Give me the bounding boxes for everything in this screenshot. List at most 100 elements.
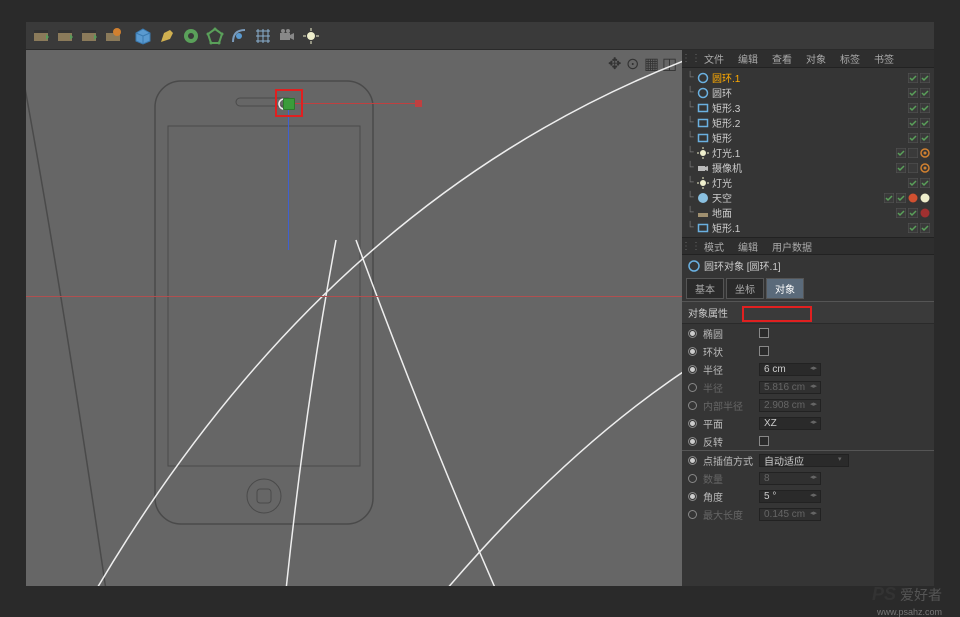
- visibility-tag[interactable]: [907, 147, 918, 158]
- tb-cube[interactable]: [132, 25, 154, 47]
- grip-icon[interactable]: ⋮⋮: [686, 53, 696, 64]
- tb-clapper1[interactable]: [30, 25, 52, 47]
- radio-icon[interactable]: [688, 365, 697, 374]
- visibility-tag[interactable]: [919, 72, 930, 83]
- value-input[interactable]: 2.908 cm◂▸: [759, 399, 821, 412]
- radio-icon[interactable]: [688, 456, 697, 465]
- highlight-box-radius: [742, 306, 812, 322]
- object-row[interactable]: └矩形.2: [682, 115, 934, 130]
- object-tag[interactable]: [919, 207, 930, 218]
- visibility-tag[interactable]: [907, 72, 918, 83]
- attr-row: 反转: [682, 432, 934, 450]
- value-input[interactable]: 8◂▸: [759, 472, 821, 485]
- radio-icon[interactable]: [688, 474, 697, 483]
- tab-edit[interactable]: 编辑: [732, 49, 764, 68]
- object-name: 灯光.1: [712, 145, 892, 160]
- radio-icon[interactable]: [688, 510, 697, 519]
- object-row[interactable]: └地面: [682, 205, 934, 220]
- object-tag[interactable]: [907, 192, 918, 203]
- tab-edit2[interactable]: 编辑: [732, 237, 764, 256]
- visibility-tag[interactable]: [919, 87, 930, 98]
- drag-handle[interactable]: [415, 100, 422, 107]
- visibility-tag[interactable]: [907, 177, 918, 188]
- visibility-tag[interactable]: [907, 162, 918, 173]
- object-tag[interactable]: [919, 162, 930, 173]
- sky-icon: [697, 192, 709, 204]
- value-input[interactable]: 5.816 cm◂▸: [759, 381, 821, 394]
- visibility-tag[interactable]: [907, 132, 918, 143]
- visibility-tag[interactable]: [907, 117, 918, 128]
- object-name: 矩形.2: [712, 115, 904, 130]
- visibility-tag[interactable]: [895, 147, 906, 158]
- tb-clapper-gear[interactable]: [102, 25, 124, 47]
- visibility-tag[interactable]: [895, 162, 906, 173]
- tb-light[interactable]: [300, 25, 322, 47]
- tab-object[interactable]: 对象: [800, 49, 832, 68]
- visibility-tag[interactable]: [919, 102, 930, 113]
- visibility-tag[interactable]: [895, 192, 906, 203]
- object-name: 天空: [712, 190, 880, 205]
- tb-gear-green[interactable]: [180, 25, 202, 47]
- checkbox[interactable]: [759, 346, 769, 356]
- visibility-tag[interactable]: [919, 132, 930, 143]
- visibility-tag[interactable]: [883, 192, 894, 203]
- tab-view[interactable]: 查看: [766, 49, 798, 68]
- radio-icon[interactable]: [688, 419, 697, 428]
- subtab-coord[interactable]: 坐标: [726, 278, 764, 299]
- checkbox[interactable]: [759, 328, 769, 338]
- tb-poly[interactable]: [204, 25, 226, 47]
- visibility-tag[interactable]: [907, 222, 918, 233]
- object-name: 矩形: [712, 130, 904, 145]
- object-tag[interactable]: [919, 192, 930, 203]
- radio-icon[interactable]: [688, 383, 697, 392]
- tb-arc[interactable]: [228, 25, 250, 47]
- object-row[interactable]: └矩形: [682, 130, 934, 145]
- visibility-tag[interactable]: [919, 117, 930, 128]
- subtab-object[interactable]: 对象: [766, 278, 804, 299]
- interp-value[interactable]: 自动适应▾: [759, 454, 849, 467]
- object-row[interactable]: └摄像机: [682, 160, 934, 175]
- tab-mode[interactable]: 模式: [698, 237, 730, 256]
- attr-row: 环状: [682, 342, 934, 360]
- object-row[interactable]: └矩形.1: [682, 220, 934, 235]
- subtab-basic[interactable]: 基本: [686, 278, 724, 299]
- tb-clapper3[interactable]: [78, 25, 100, 47]
- radio-icon[interactable]: [688, 401, 697, 410]
- visibility-tag[interactable]: [895, 207, 906, 218]
- value-input[interactable]: 5 °◂▸: [759, 490, 821, 503]
- visibility-tag[interactable]: [919, 177, 930, 188]
- highlight-box-viewport: [275, 89, 303, 117]
- checkbox[interactable]: [759, 436, 769, 446]
- object-row[interactable]: └圆环: [682, 85, 934, 100]
- tab-userdata[interactable]: 用户数据: [766, 237, 818, 256]
- visibility-tag[interactable]: [907, 102, 918, 113]
- object-row[interactable]: └灯光.1: [682, 145, 934, 160]
- object-tag[interactable]: [919, 147, 930, 158]
- tb-grid[interactable]: [252, 25, 274, 47]
- object-row[interactable]: └矩形.3: [682, 100, 934, 115]
- attr-label: 内部半径: [703, 398, 753, 413]
- grip-icon[interactable]: ⋮⋮: [686, 241, 696, 252]
- tb-pen[interactable]: [156, 25, 178, 47]
- value-input[interactable]: 0.145 cm◂▸: [759, 508, 821, 521]
- object-row[interactable]: └圆环.1: [682, 70, 934, 85]
- visibility-tag[interactable]: [907, 207, 918, 218]
- tab-bookmarks[interactable]: 书签: [868, 49, 900, 68]
- radio-icon[interactable]: [688, 347, 697, 356]
- tab-tags[interactable]: 标签: [834, 49, 866, 68]
- visibility-tag[interactable]: [907, 87, 918, 98]
- value-input[interactable]: 6 cm◂▸: [759, 363, 821, 376]
- tb-camera[interactable]: [276, 25, 298, 47]
- radio-icon[interactable]: [688, 329, 697, 338]
- radio-icon[interactable]: [688, 437, 697, 446]
- interp-section: 点插值方式 自动适应▾ 数量8◂▸角度5 °◂▸最大长度0.145 cm◂▸: [682, 450, 934, 523]
- radio-icon[interactable]: [688, 492, 697, 501]
- value-input[interactable]: XZ◂▸: [759, 417, 821, 430]
- viewport[interactable]: ✥ ⊙ ▦ ◫: [26, 50, 682, 586]
- main-toolbar: [26, 22, 934, 50]
- tab-file[interactable]: 文件: [698, 49, 730, 68]
- tb-clapper2[interactable]: [54, 25, 76, 47]
- visibility-tag[interactable]: [919, 222, 930, 233]
- object-row[interactable]: └天空: [682, 190, 934, 205]
- object-row[interactable]: └灯光: [682, 175, 934, 190]
